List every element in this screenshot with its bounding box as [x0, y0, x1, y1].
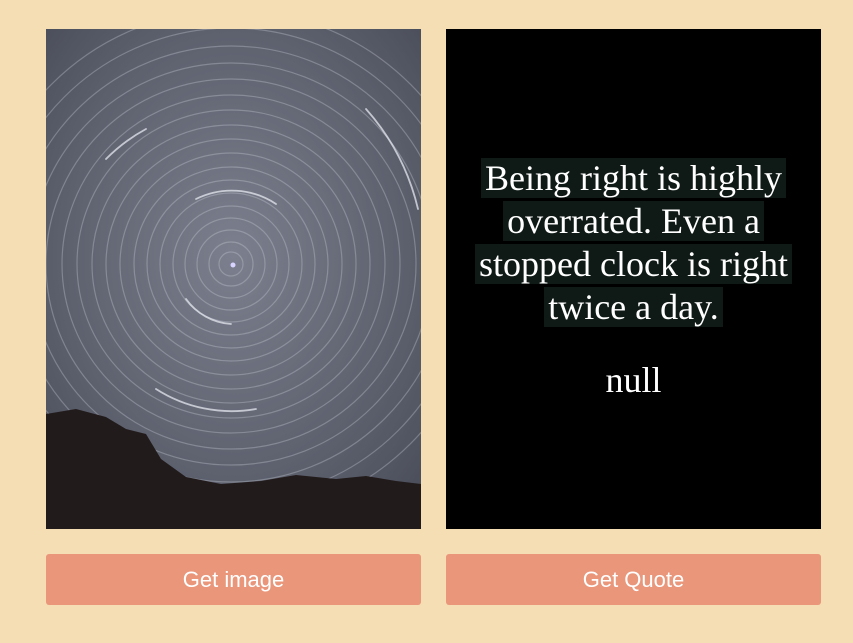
get-quote-button[interactable]: Get Quote	[446, 554, 821, 605]
quote-author: null	[605, 359, 662, 400]
get-image-button[interactable]: Get image	[46, 554, 421, 605]
quote-text: Being right is highly overrated. Even a …	[466, 157, 801, 329]
star-trails-photo-icon	[46, 29, 421, 529]
quote-card: Being right is highly overrated. Even a …	[446, 29, 821, 529]
star-trails-image	[46, 29, 421, 529]
